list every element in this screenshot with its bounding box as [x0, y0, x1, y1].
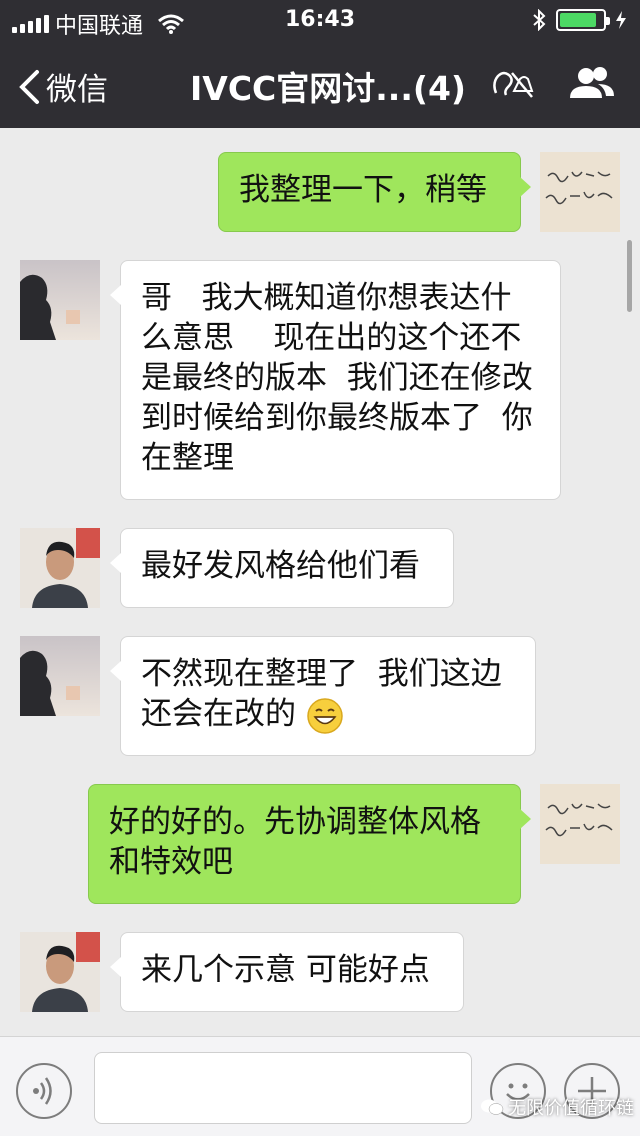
message-bubble-mine[interactable]: 我整理一下，稍等 — [218, 152, 531, 232]
back-button[interactable]: 微信 — [18, 64, 108, 109]
avatar-me[interactable] — [540, 784, 620, 864]
avatar-member-b[interactable] — [20, 528, 100, 608]
voice-button[interactable] — [16, 1063, 72, 1119]
avatar-handwriting-icon — [540, 784, 620, 864]
avatar-me[interactable] — [540, 152, 620, 232]
message-text: 我整理一下，稍等 — [239, 172, 487, 208]
watermark: 无限价值循环链 — [480, 1094, 634, 1120]
message-text: 哥 我大概知道你想表达什么意思 现在出的这个还不是最终的版本 我们还在修改 到时… — [141, 280, 553, 476]
chat-title: IVCC官网讨...(4) — [190, 69, 466, 108]
avatar-member-b[interactable] — [20, 932, 100, 1012]
nav-bar: 微信 IVCC官网讨...(4) — [0, 40, 640, 128]
back-label: 微信 — [46, 72, 108, 108]
battery-icon — [556, 9, 610, 31]
avatar-member-a[interactable] — [20, 260, 100, 340]
battery-fill — [560, 13, 596, 27]
message-bubble-other[interactable]: 来几个示意 可能好点 — [110, 932, 464, 1012]
message-text: 好的好的。先协调整体风格和特效吧 — [109, 804, 481, 880]
voice-icon — [33, 1077, 52, 1105]
charging-icon — [616, 11, 626, 29]
status-bar: 中国联通 16:43 — [0, 0, 640, 40]
input-bar — [0, 1036, 640, 1136]
avatar-portrait-icon — [20, 932, 100, 1012]
chat-area[interactable]: 我整理一下，稍等 哥 我大概知道你想表达什么意思 现在出的这个还不是最终的版本 … — [0, 128, 640, 1036]
chevron-left-icon — [19, 69, 39, 104]
mute-icon — [493, 71, 534, 98]
message-bubble-other[interactable]: 不然现在整理了 我们这边还会在改的 — [110, 636, 536, 756]
watermark-text: 无限价值循环链 — [508, 1098, 634, 1119]
message-content: 不然现在整理了 我们这边还会在改的 — [141, 654, 515, 735]
message-input[interactable] — [94, 1052, 472, 1124]
message-text: 来几个示意 可能好点 — [141, 952, 430, 988]
message-bubble-mine[interactable]: 好的好的。先协调整体风格和特效吧 — [88, 784, 531, 904]
grinning-face-icon — [307, 697, 343, 734]
status-right — [532, 9, 626, 31]
avatar-portrait-icon — [20, 528, 100, 608]
message-text: 最好发风格给他们看 — [141, 548, 420, 584]
avatar-silhouette-icon — [20, 636, 100, 716]
message-bubble-other[interactable]: 哥 我大概知道你想表达什么意思 现在出的这个还不是最终的版本 我们还在修改 到时… — [110, 260, 561, 500]
avatar-handwriting-icon — [540, 152, 620, 232]
scrollbar[interactable] — [627, 240, 632, 312]
avatar-silhouette-icon — [20, 260, 100, 340]
bluetooth-icon — [533, 9, 546, 31]
wechat-logo-icon — [481, 1099, 504, 1115]
group-icon[interactable] — [568, 64, 616, 102]
message-bubble-other[interactable]: 最好发风格给他们看 — [110, 528, 454, 608]
avatar-member-a[interactable] — [20, 636, 100, 716]
